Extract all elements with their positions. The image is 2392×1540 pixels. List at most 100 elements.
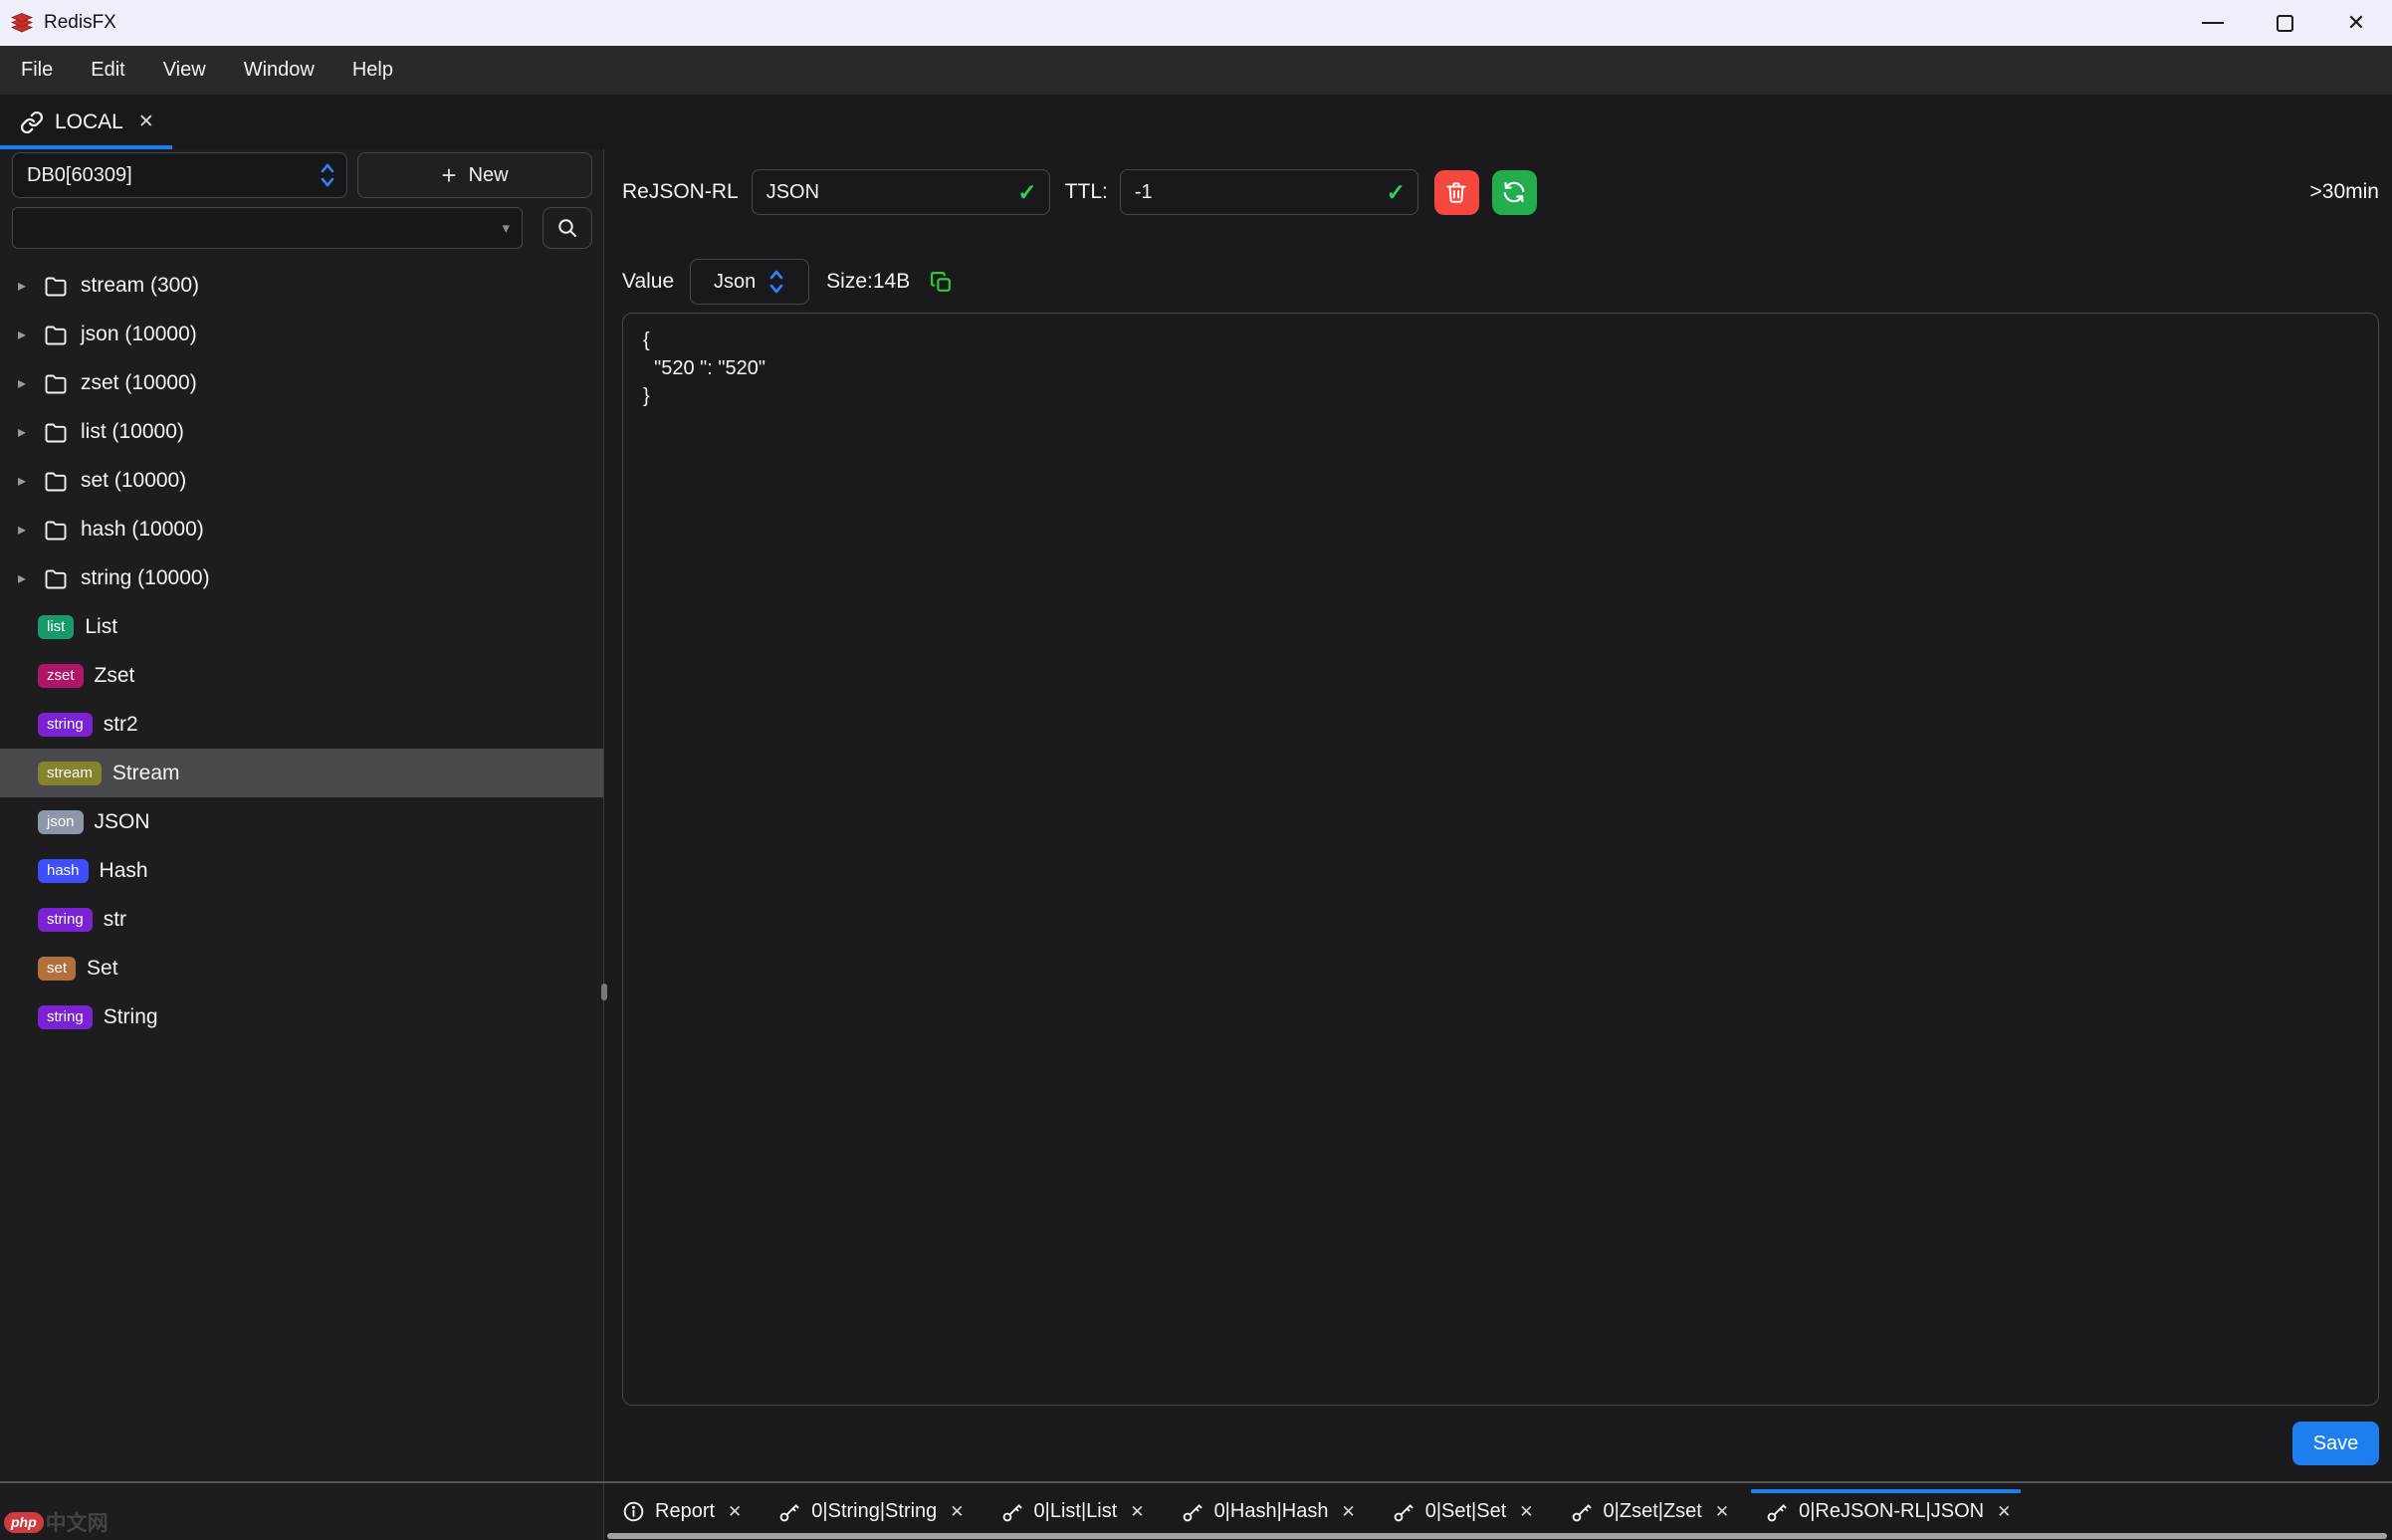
- db-selector[interactable]: DB0[60309]: [12, 152, 347, 198]
- tree-folder-row[interactable]: ▸ hash (10000): [0, 505, 603, 553]
- bottom-tab[interactable]: 0|Zset|Zset ✕: [1570, 1483, 1730, 1540]
- spinner-chevrons-icon: [319, 161, 336, 189]
- tree-folder-row[interactable]: ▸ zset (10000): [0, 358, 603, 407]
- folder-label: hash (10000): [81, 518, 204, 542]
- search-button[interactable]: [543, 207, 592, 249]
- sidebar-controls: DB0[60309] + New ▾: [0, 149, 603, 249]
- key-row[interactable]: string String: [0, 992, 603, 1041]
- key-row[interactable]: hash Hash: [0, 846, 603, 895]
- folder-label: list (10000): [81, 420, 184, 444]
- bottom-tab-close-icon[interactable]: ✕: [1997, 1502, 2011, 1522]
- key-row[interactable]: string str2: [0, 700, 603, 749]
- bottom-tab-label: 0|ReJSON-RL|JSON: [1799, 1500, 1984, 1523]
- key-type-badge: string: [38, 1005, 93, 1029]
- expand-caret-icon[interactable]: ▸: [18, 325, 31, 344]
- maximize-icon: [2277, 15, 2293, 32]
- spinner-chevrons-icon: [767, 268, 785, 296]
- search-input[interactable]: [25, 217, 502, 239]
- valid-check-icon: ✓: [1017, 179, 1036, 206]
- connection-tab-local[interactable]: LOCAL ✕: [0, 95, 172, 149]
- expand-caret-icon[interactable]: ▸: [18, 422, 31, 442]
- expand-caret-icon[interactable]: ▸: [18, 471, 31, 491]
- folder-label: string (10000): [81, 566, 210, 590]
- minimize-button[interactable]: [2177, 0, 2249, 46]
- menu-item[interactable]: Help: [333, 46, 412, 95]
- window-controls: ✕: [2177, 0, 2392, 46]
- bottom-tab-label: 0|String|String: [811, 1500, 937, 1523]
- key-type-badge: list: [38, 615, 74, 639]
- bottom-tab-close-icon[interactable]: ✕: [1715, 1502, 1729, 1522]
- key-row[interactable]: zset Zset: [0, 651, 603, 700]
- search-box[interactable]: ▾: [12, 207, 523, 249]
- horizontal-scrollbar-thumb[interactable]: [607, 1533, 2387, 1539]
- new-key-button[interactable]: + New: [357, 152, 592, 198]
- tree-folder-row[interactable]: ▸ stream (300): [0, 261, 603, 310]
- key-row[interactable]: set Set: [0, 944, 603, 992]
- key-type-badge: set: [38, 957, 76, 981]
- copy-value-button[interactable]: [929, 270, 954, 295]
- key-row[interactable]: stream Stream: [0, 749, 603, 797]
- key-icon: [1570, 1500, 1594, 1524]
- app-title: RedisFX: [44, 12, 116, 34]
- php-logo: php: [4, 1512, 44, 1533]
- bottom-tab-close-icon[interactable]: ✕: [728, 1502, 742, 1522]
- key-label: str: [104, 908, 126, 932]
- bottom-tab[interactable]: Report ✕: [622, 1483, 742, 1540]
- bottom-tab-close-icon[interactable]: ✕: [1519, 1502, 1533, 1522]
- bottom-tab-close-icon[interactable]: ✕: [1341, 1502, 1355, 1522]
- expand-caret-icon[interactable]: ▸: [18, 373, 31, 393]
- folder-icon: [44, 275, 68, 297]
- key-row[interactable]: json JSON: [0, 797, 603, 846]
- ttl-label: TTL:: [1065, 180, 1108, 204]
- expand-caret-icon[interactable]: ▸: [18, 276, 31, 296]
- menu-item[interactable]: View: [144, 46, 225, 95]
- trash-icon: [1443, 179, 1469, 205]
- expand-caret-icon[interactable]: ▸: [18, 520, 31, 540]
- menu-item[interactable]: File: [2, 46, 72, 95]
- key-type-badge: string: [38, 908, 93, 932]
- connection-tab-close-icon[interactable]: ✕: [138, 110, 154, 133]
- delete-key-button[interactable]: [1434, 170, 1479, 215]
- menu-item[interactable]: Edit: [72, 46, 143, 95]
- titlebar: RedisFX ✕: [0, 0, 2392, 46]
- tree-folder-row[interactable]: ▸ json (10000): [0, 310, 603, 358]
- tree-folder-row[interactable]: ▸ list (10000): [0, 407, 603, 456]
- bottom-tab[interactable]: 0|List|List ✕: [1000, 1483, 1145, 1540]
- bottom-tab-close-icon[interactable]: ✕: [1130, 1502, 1144, 1522]
- key-header-row: ReJSON-RL JSON ✓ TTL: -1 ✓: [622, 169, 2379, 215]
- maximize-button[interactable]: [2249, 0, 2320, 46]
- expand-caret-icon[interactable]: ▸: [18, 568, 31, 588]
- key-icon: [1765, 1500, 1789, 1524]
- search-dropdown-icon[interactable]: ▾: [502, 219, 510, 237]
- key-type-badge: json: [38, 810, 84, 834]
- connection-tab-strip: LOCAL ✕: [0, 95, 2392, 149]
- menu-item[interactable]: Window: [225, 46, 333, 95]
- ttl-input[interactable]: -1 ✓: [1120, 169, 1418, 215]
- folder-list: ▸ stream (300) ▸: [0, 261, 603, 602]
- new-key-button-label: New: [469, 164, 509, 187]
- tree-folder-row[interactable]: ▸ set (10000): [0, 456, 603, 505]
- folder-icon: [44, 567, 68, 589]
- sidebar: DB0[60309] + New ▾: [0, 149, 604, 1481]
- refresh-button[interactable]: [1492, 170, 1537, 215]
- folder-icon: [44, 519, 68, 541]
- tree-folder-row[interactable]: ▸ string (10000): [0, 553, 603, 602]
- plus-icon: +: [441, 162, 456, 188]
- view-mode-select[interactable]: Json: [690, 259, 809, 305]
- key-row[interactable]: list List: [0, 602, 603, 651]
- sidebar-scrollbar-thumb[interactable]: [601, 984, 607, 1000]
- bottom-tab[interactable]: 0|String|String ✕: [777, 1483, 964, 1540]
- bottom-tab[interactable]: 0|Hash|Hash ✕: [1181, 1483, 1356, 1540]
- folder-label: stream (300): [81, 274, 199, 298]
- key-icon: [1392, 1500, 1415, 1524]
- bottom-tab[interactable]: 0|ReJSON-RL|JSON ✕: [1765, 1483, 2011, 1540]
- value-editor[interactable]: { "520 ": "520" }: [622, 313, 2379, 1406]
- bottom-tab-close-icon[interactable]: ✕: [950, 1502, 964, 1522]
- bottom-tab[interactable]: 0|Set|Set ✕: [1392, 1483, 1534, 1540]
- key-row[interactable]: string str: [0, 895, 603, 944]
- refresh-icon: [1501, 179, 1527, 205]
- value-label: Value: [622, 270, 674, 294]
- save-button[interactable]: Save: [2292, 1422, 2379, 1465]
- close-button[interactable]: ✕: [2320, 0, 2392, 46]
- key-name-input[interactable]: JSON ✓: [752, 169, 1050, 215]
